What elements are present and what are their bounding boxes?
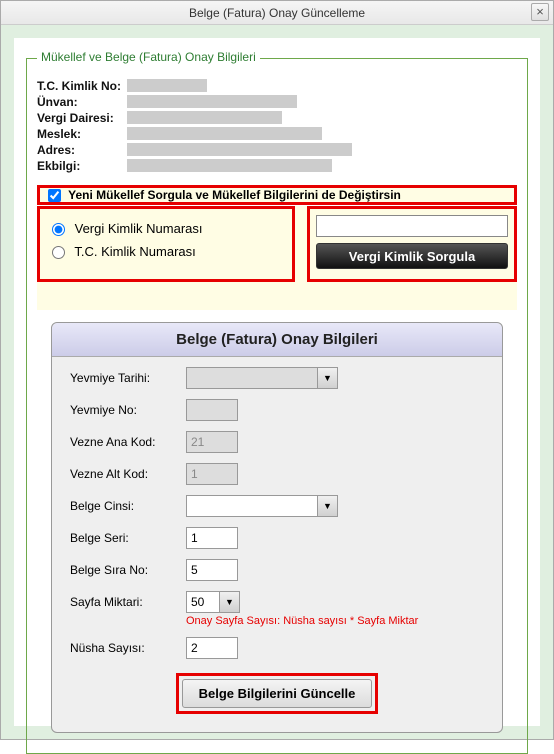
yevmiye-tarihi-input[interactable] bbox=[187, 368, 317, 388]
vergi-dairesi-value bbox=[127, 111, 282, 124]
tc-kimlik-label: T.C. Kimlik No: bbox=[37, 79, 127, 93]
yevmiye-tarihi-label: Yevmiye Tarihi: bbox=[70, 371, 186, 385]
yevmiye-no-input[interactable] bbox=[186, 399, 238, 421]
vkn-radio[interactable] bbox=[52, 223, 65, 236]
vkn-radio-label: Vergi Kimlik Numarası bbox=[75, 221, 203, 236]
vezne-alt-kod-input bbox=[186, 463, 238, 485]
query-input[interactable] bbox=[316, 215, 508, 237]
belge-sira-no-label: Belge Sıra No: bbox=[70, 563, 186, 577]
checkbox-row: Yeni Mükellef Sorgula ve Mükellef Bilgil… bbox=[37, 185, 517, 205]
adres-label: Adres: bbox=[37, 143, 127, 157]
adres-value bbox=[127, 143, 352, 156]
query-panel: Vergi Kimlik Sorgula bbox=[307, 206, 517, 282]
belge-cinsi-combo[interactable]: ▼ bbox=[186, 495, 338, 517]
chevron-down-icon[interactable]: ▼ bbox=[219, 592, 239, 612]
radio-panel: Vergi Kimlik Numarası T.C. Kimlik Numara… bbox=[37, 206, 295, 282]
ekbilgi-label: Ekbilgi: bbox=[37, 159, 127, 173]
meslek-label: Meslek: bbox=[37, 127, 127, 141]
sayfa-miktari-combo[interactable]: ▼ bbox=[186, 591, 240, 613]
sayfa-miktari-label: Sayfa Miktari: bbox=[70, 591, 186, 609]
belge-bilgilerini-guncelle-button[interactable]: Belge Bilgilerini Güncelle bbox=[182, 679, 373, 708]
unvan-label: Ünvan: bbox=[37, 95, 127, 109]
belge-seri-label: Belge Seri: bbox=[70, 531, 186, 545]
tckn-radio[interactable] bbox=[52, 246, 65, 259]
fieldset-legend: Mükellef ve Belge (Fatura) Onay Bilgiler… bbox=[37, 50, 260, 64]
vezne-ana-kod-input bbox=[186, 431, 238, 453]
vezne-ana-kod-label: Vezne Ana Kod: bbox=[70, 435, 186, 449]
dialog-title: Belge (Fatura) Onay Güncelleme bbox=[189, 6, 365, 20]
checkbox-label: Yeni Mükellef Sorgula ve Mükellef Bilgil… bbox=[68, 188, 401, 202]
tc-kimlik-value bbox=[127, 79, 207, 92]
titlebar: Belge (Fatura) Onay Güncelleme × bbox=[1, 1, 553, 25]
meslek-value bbox=[127, 127, 322, 140]
belge-cinsi-label: Belge Cinsi: bbox=[70, 499, 186, 513]
yevmiye-no-label: Yevmiye No: bbox=[70, 403, 186, 417]
ekbilgi-value bbox=[127, 159, 332, 172]
sayfa-note: Onay Sayfa Sayısı: Nüsha sayısı * Sayfa … bbox=[186, 615, 418, 627]
tckn-radio-label: T.C. Kimlik Numarası bbox=[74, 244, 195, 259]
belge-cinsi-input[interactable] bbox=[187, 496, 317, 516]
close-icon: × bbox=[536, 4, 544, 19]
panel-title: Belge (Fatura) Onay Bilgileri bbox=[52, 323, 502, 357]
chevron-down-icon[interactable]: ▼ bbox=[317, 368, 337, 388]
content-area: Mükellef ve Belge (Fatura) Onay Bilgiler… bbox=[1, 25, 553, 739]
dialog-window: Belge (Fatura) Onay Güncelleme × Mükelle… bbox=[0, 0, 554, 740]
fieldset-mukellef: Mükellef ve Belge (Fatura) Onay Bilgiler… bbox=[26, 58, 528, 754]
belge-sira-no-input[interactable] bbox=[186, 559, 238, 581]
nusha-sayisi-label: Nüsha Sayısı: bbox=[70, 641, 186, 655]
close-button[interactable]: × bbox=[531, 3, 549, 21]
unvan-value bbox=[127, 95, 297, 108]
update-highlight: Belge Bilgilerini Güncelle bbox=[176, 673, 379, 714]
nusha-sayisi-input[interactable] bbox=[186, 637, 238, 659]
vezne-alt-kod-label: Vezne Alt Kod: bbox=[70, 467, 186, 481]
chevron-down-icon[interactable]: ▼ bbox=[317, 496, 337, 516]
yevmiye-tarihi-combo[interactable]: ▼ bbox=[186, 367, 338, 389]
belge-onay-panel: Belge (Fatura) Onay Bilgileri Yevmiye Ta… bbox=[51, 322, 503, 733]
yeni-mukellef-checkbox[interactable] bbox=[48, 189, 61, 202]
belge-seri-input[interactable] bbox=[186, 527, 238, 549]
vergi-dairesi-label: Vergi Dairesi: bbox=[37, 111, 127, 125]
vergi-kimlik-sorgula-button[interactable]: Vergi Kimlik Sorgula bbox=[316, 243, 508, 269]
sayfa-miktari-input[interactable] bbox=[187, 592, 219, 612]
